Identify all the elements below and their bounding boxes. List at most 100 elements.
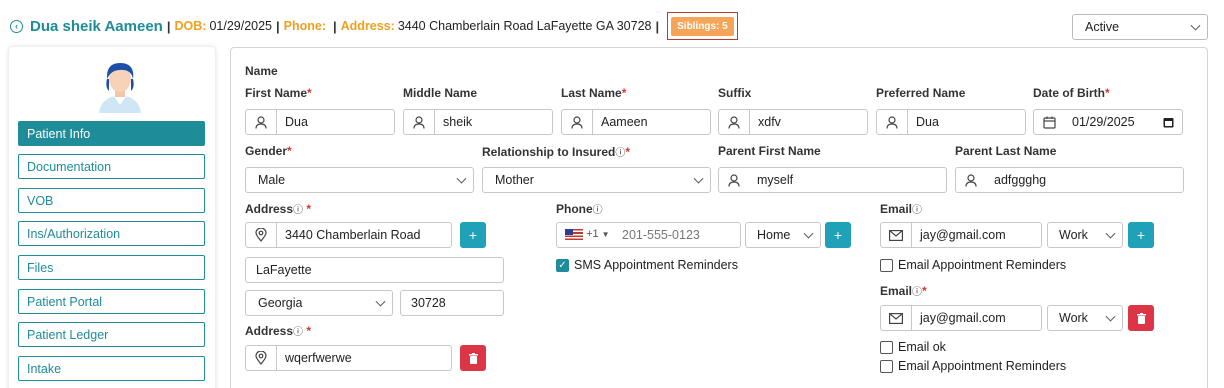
preferred-name-label: Preferred Name — [876, 86, 966, 100]
divider: | — [333, 18, 337, 34]
add-email-button[interactable]: + — [1128, 222, 1154, 248]
email1-type-select[interactable]: Work — [1047, 222, 1123, 248]
email2-input[interactable]: jay@gmail.com — [880, 305, 1042, 331]
last-name-input[interactable]: Aameen — [561, 109, 711, 135]
help-icon: ⓘ — [912, 287, 923, 298]
city-value: LaFayette — [256, 263, 312, 277]
email-reminders-checkbox[interactable]: Email Appointment Reminders — [880, 258, 1066, 272]
user-icon — [719, 168, 749, 192]
city-input[interactable]: LaFayette — [245, 257, 504, 283]
last-name-label: Last Name* — [561, 86, 627, 100]
phone-input[interactable]: +1 ▼ 201-555-0123 — [556, 222, 741, 248]
zip-value: 30728 — [411, 296, 446, 310]
email2-value: jay@gmail.com — [911, 306, 1041, 330]
add-phone-button[interactable]: + — [825, 222, 851, 248]
phone-type-select[interactable]: Home — [745, 222, 821, 248]
parent-first-label: Parent First Name — [718, 144, 821, 158]
parent-last-input[interactable]: adfggghg — [955, 167, 1184, 193]
avatar — [99, 63, 141, 113]
dob-label: DOB: — [174, 19, 207, 33]
delete-email-button[interactable] — [1128, 305, 1154, 331]
divider: | — [655, 18, 660, 34]
help-icon: ⓘ — [293, 327, 304, 338]
gender-label: Gender* — [245, 144, 292, 158]
back-circle-icon[interactable]: ‹ — [10, 19, 23, 33]
sidebar-item-ins-authorization[interactable]: Ins/Authorization — [18, 221, 205, 246]
siblings-badge[interactable]: Siblings: 5 — [671, 16, 734, 36]
user-icon — [562, 110, 592, 134]
help-icon: ⓘ — [912, 205, 923, 216]
first-name-label: First Name* — [245, 86, 312, 100]
gender-select[interactable]: Male — [245, 167, 474, 193]
address-line-input[interactable]: 3440 Chamberlain Road — [245, 222, 452, 248]
address-line-value: 3440 Chamberlain Road — [276, 223, 451, 247]
middle-name-input[interactable]: sheik — [403, 109, 553, 135]
phone-placeholder: 201-555-0123 — [622, 228, 700, 242]
user-icon — [877, 110, 907, 134]
gender-value: Male — [258, 173, 286, 187]
user-icon — [719, 110, 749, 134]
email-field-label: Emailⓘ — [880, 202, 923, 216]
dob-input[interactable]: 01/29/2025 — [1033, 109, 1183, 135]
email1-value: jay@gmail.com — [911, 223, 1041, 247]
phone-label: Phone: — [283, 19, 326, 33]
sidebar-item-patient-portal[interactable]: Patient Portal — [18, 289, 205, 314]
caret-down-icon: ▼ — [601, 230, 610, 239]
parent-first-input[interactable]: myself — [718, 167, 947, 193]
first-name-input[interactable]: Dua — [245, 109, 395, 135]
status-select[interactable]: Active — [1072, 14, 1208, 40]
sidebar-item-intake[interactable]: Intake — [18, 356, 205, 381]
sidebar-item-patient-info[interactable]: Patient Info — [18, 121, 205, 146]
state-select[interactable]: Georgia — [245, 290, 393, 316]
email2-reminders-checkbox[interactable]: Email Appointment Reminders — [880, 359, 1066, 373]
mail-icon — [881, 306, 911, 330]
calendar-picker-icon[interactable] — [1163, 117, 1174, 131]
email2-type-select[interactable]: Work — [1047, 305, 1123, 331]
help-icon: ⓘ — [592, 205, 603, 216]
first-name-value: Dua — [276, 110, 394, 134]
preferred-name-input[interactable]: Dua — [876, 109, 1026, 135]
country-code-selector[interactable]: +1 ▼ — [565, 228, 610, 240]
email2-field-label: Emailⓘ* — [880, 284, 927, 298]
relationship-label: Relationship to Insuredⓘ* — [482, 145, 631, 159]
sidebar-item-documentation[interactable]: Documentation — [18, 154, 205, 179]
sidebar-item-patient-ledger[interactable]: Patient Ledger — [18, 322, 205, 347]
user-icon — [246, 110, 276, 134]
patient-header: ‹ Dua sheik Aameen | DOB: 01/29/2025 | P… — [10, 12, 738, 40]
preferred-name-value: Dua — [907, 110, 1025, 134]
mail-icon — [881, 223, 911, 247]
relationship-select[interactable]: Mother — [482, 167, 711, 193]
trash-icon — [468, 352, 478, 364]
middle-name-value: sheik — [434, 110, 552, 134]
suffix-input[interactable]: xdfv — [718, 109, 868, 135]
chevron-down-icon — [1190, 20, 1201, 31]
address2-line-input[interactable]: wqerfwerwe — [245, 345, 452, 371]
last-name-value: Aameen — [592, 110, 710, 134]
sidebar-item-files[interactable]: Files — [18, 255, 205, 280]
parent-first-value: myself — [757, 173, 794, 187]
add-address-button[interactable]: + — [460, 222, 486, 248]
patient-name: Dua sheik Aameen — [30, 17, 163, 35]
email-ok-checkbox[interactable]: Email ok — [880, 340, 946, 354]
phone-field-label: Phoneⓘ — [556, 202, 603, 216]
help-icon: ⓘ — [615, 148, 626, 159]
location-pin-icon — [246, 223, 276, 247]
user-icon — [956, 168, 986, 192]
address-label: Address: — [340, 19, 395, 33]
help-icon: ⓘ — [293, 205, 304, 216]
parent-last-value: adfggghg — [994, 173, 1047, 187]
sidebar-item-vob[interactable]: VOB — [18, 188, 205, 213]
status-value: Active — [1085, 20, 1120, 34]
user-icon — [404, 110, 434, 134]
address2-line-value: wqerfwerwe — [276, 346, 451, 370]
calendar-icon — [1034, 110, 1064, 134]
sms-reminders-checkbox[interactable]: ✓ SMS Appointment Reminders — [556, 258, 738, 272]
dob-field-label: Date of Birth* — [1033, 86, 1110, 100]
email1-input[interactable]: jay@gmail.com — [880, 222, 1042, 248]
relationship-value: Mother — [495, 173, 534, 187]
delete-address-button[interactable] — [460, 345, 486, 371]
siblings-highlight: Siblings: 5 — [667, 12, 738, 40]
us-flag-icon — [565, 228, 583, 240]
zip-input[interactable]: 30728 — [400, 290, 504, 316]
location-pin-icon — [246, 346, 276, 370]
